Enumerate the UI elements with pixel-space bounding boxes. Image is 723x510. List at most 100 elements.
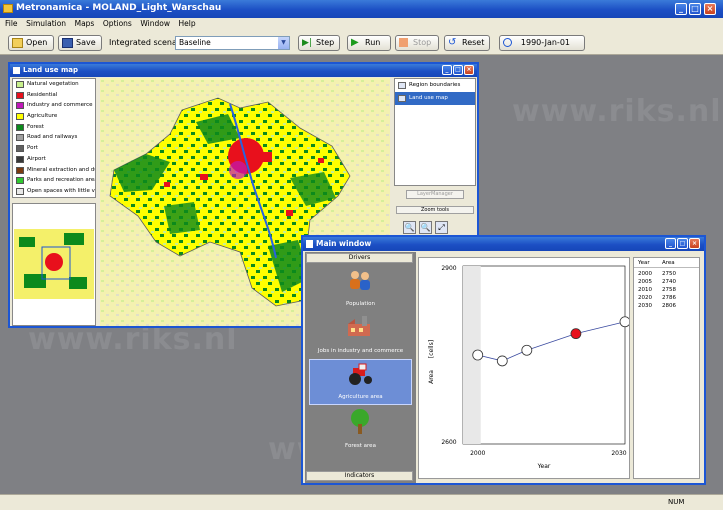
drivers-panel: Drivers Population Jobs in industry and … — [305, 252, 416, 483]
area-chart[interactable]: 2900 2600 2000 2030 Year Area [cells] — [419, 258, 631, 478]
legend-label: Industry and commerce — [27, 102, 93, 109]
menu-window[interactable]: Window — [140, 19, 170, 28]
table-row[interactable]: 2030 2806 — [634, 302, 699, 310]
step-icon: ▶| — [302, 38, 312, 48]
zoom-extent-icon[interactable]: ⤢ — [435, 221, 448, 234]
app-icon — [3, 4, 13, 13]
menu-maps[interactable]: Maps — [75, 19, 95, 28]
legend-label: Road and railways — [27, 134, 78, 141]
landuse-maximize-button[interactable]: □ — [453, 65, 463, 75]
data-point[interactable] — [496, 355, 508, 367]
col-year[interactable]: Year — [638, 258, 650, 268]
main-window-title: Main window — [316, 239, 372, 248]
tree-icon — [351, 409, 369, 434]
data-point[interactable] — [521, 344, 533, 356]
land-use-titlebar[interactable]: Land use map _ □ × — [10, 64, 477, 77]
table-row[interactable]: 2010 2758 — [634, 286, 699, 294]
data-point[interactable] — [472, 349, 484, 361]
date-display: 1990-Jan-01 — [499, 35, 585, 51]
driver-population[interactable]: Population — [309, 265, 412, 311]
legend-item[interactable]: Airport — [13, 154, 95, 165]
menu-help[interactable]: Help — [179, 19, 196, 28]
legend-label: Parks and recreation areas — [27, 177, 95, 184]
legend-label: Agriculture — [27, 113, 58, 120]
cell-area: 2806 — [662, 303, 676, 309]
legend-label: Forest — [27, 123, 44, 130]
x-tick-label: 2000 — [470, 450, 485, 457]
stop-button[interactable]: Stop — [395, 35, 439, 51]
main-close-button[interactable]: × — [689, 238, 700, 249]
legend-swatch — [16, 155, 24, 163]
driver-label: Forest area — [345, 443, 376, 449]
y-tick-label: 2900 — [441, 265, 456, 272]
zoom-in-icon[interactable]: 🔍 — [403, 221, 416, 234]
disk-icon — [62, 38, 73, 48]
close-button[interactable]: × — [704, 3, 716, 15]
open-button[interactable]: Open — [8, 35, 54, 51]
reset-label: Reset — [462, 38, 485, 47]
cell-area: 2750 — [662, 271, 676, 277]
step-button[interactable]: ▶| Step — [298, 35, 340, 51]
legend-panel: Natural vegetation Residential Industry an… — [12, 78, 96, 198]
drivers-header-label: Drivers — [348, 254, 371, 261]
driver-forest-area[interactable]: Forest area — [309, 407, 412, 453]
status-bar: NUM — [0, 494, 723, 510]
overview-map[interactable] — [14, 229, 94, 299]
legend-item[interactable]: Parks and recreation areas — [13, 175, 95, 186]
menu-simulation[interactable]: Simulation — [26, 19, 66, 28]
legend-item[interactable]: Port — [13, 143, 95, 154]
layer-manager-label: LayerManager — [417, 191, 453, 197]
maximize-button[interactable]: □ — [689, 3, 701, 15]
cell-area: 2786 — [662, 295, 676, 301]
folder-icon — [12, 38, 23, 48]
landuse-minimize-button[interactable]: _ — [442, 65, 452, 75]
legend-item[interactable]: Agriculture — [13, 111, 95, 122]
legend-item[interactable]: Mineral extraction and dump sites — [13, 165, 95, 176]
landuse-close-button[interactable]: × — [464, 65, 474, 75]
drivers-header: Drivers — [306, 253, 413, 263]
legend-item[interactable]: Natural vegetation — [13, 79, 95, 90]
legend-item[interactable]: Road and railways — [13, 132, 95, 143]
legend-item[interactable]: Forest — [13, 122, 95, 133]
indicators-label: Indicators — [344, 472, 375, 479]
layer-manager-button[interactable]: LayerManager — [406, 190, 464, 199]
factory-icon — [348, 316, 370, 336]
table-row[interactable]: 2000 2750 — [634, 270, 699, 278]
legend-item[interactable]: Industry and commerce — [13, 100, 95, 111]
table-body: 2000 2750 2005 2740 2010 2758 2020 2786 2030 2806 — [634, 270, 699, 310]
cell-area: 2758 — [662, 287, 676, 293]
x-tick-label: 2030 — [611, 450, 626, 457]
layer-land-use-map[interactable]: Land use map — [395, 92, 475, 105]
run-button[interactable]: ▶ Run — [347, 35, 391, 51]
layer-region-boundaries[interactable]: Region boundaries — [395, 79, 475, 92]
zoom-out-icon[interactable]: 🔍 — [419, 221, 432, 234]
toolbar: Open Save Integrated scenario: Baseline … — [0, 31, 723, 55]
col-area[interactable]: Area — [662, 258, 675, 268]
indicators-header[interactable]: Indicators — [306, 471, 413, 481]
driver-agriculture-area[interactable]: Agriculture area — [309, 359, 412, 405]
menu-file[interactable]: File — [5, 19, 18, 28]
reset-button[interactable]: ↺ Reset — [444, 35, 490, 51]
chevron-down-icon[interactable]: ▼ — [278, 37, 289, 49]
legend-swatch — [16, 134, 24, 142]
menu-options[interactable]: Options — [103, 19, 132, 28]
data-point[interactable] — [570, 328, 582, 340]
main-minimize-button[interactable]: _ — [665, 238, 676, 249]
legend-item[interactable]: Residential — [13, 90, 95, 101]
chart-panel: 2900 2600 2000 2030 Year Area [cells] — [418, 257, 631, 479]
app-title: Metronamica - MOLAND_Light_Warschau — [16, 3, 222, 13]
legend-item[interactable]: Open spaces with little vegetation — [13, 186, 95, 197]
table-row[interactable]: 2020 2786 — [634, 294, 699, 302]
legend-swatch — [16, 187, 24, 195]
main-window-titlebar[interactable]: Main window _ □ × — [303, 237, 704, 251]
scenario-select[interactable]: Baseline ▼ — [175, 36, 290, 50]
cell-area: 2740 — [662, 279, 676, 285]
driver-jobs-industry-commerce[interactable]: Jobs in industry and commerce — [309, 312, 412, 358]
save-label: Save — [76, 38, 96, 47]
data-point[interactable] — [619, 316, 631, 328]
table-row[interactable]: 2005 2740 — [634, 278, 699, 286]
watermark-top-right: www.riks.nl — [512, 94, 722, 129]
main-maximize-button[interactable]: □ — [677, 238, 688, 249]
save-button[interactable]: Save — [58, 35, 102, 51]
minimize-button[interactable]: _ — [675, 3, 687, 15]
